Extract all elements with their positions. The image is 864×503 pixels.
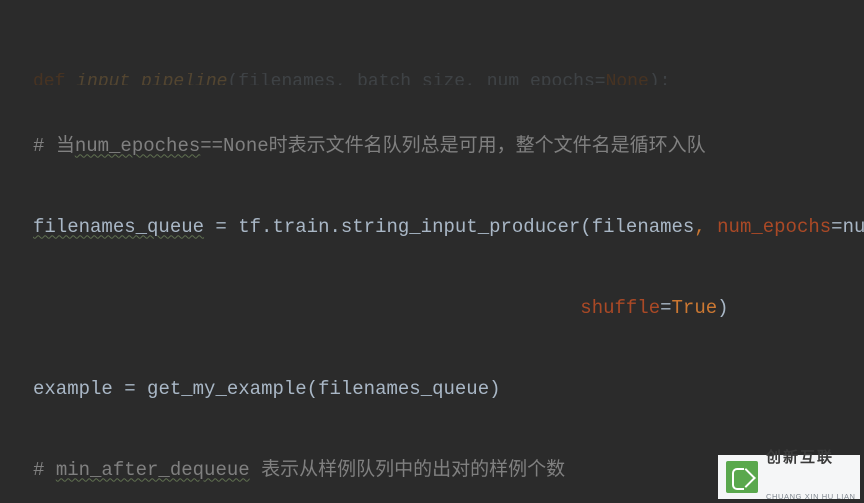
keyword-def: def — [33, 73, 76, 85]
kwarg: shuffle — [580, 297, 660, 319]
code-line: def input_pipeline(filenames, batch_size… — [33, 73, 864, 85]
code-line: shuffle=True) — [33, 288, 864, 329]
variable: filenames_queue — [33, 216, 204, 238]
typo: min_after_dequeue — [56, 459, 250, 481]
variable: example — [33, 378, 113, 400]
code-line: filenames_queue = tf.train.string_input_… — [33, 207, 864, 248]
typo: num_epoches — [75, 135, 200, 157]
function-name: input_pipeline — [76, 73, 227, 85]
kwarg: num_epochs — [717, 216, 831, 238]
watermark-en: CHUANG XIN HU LIAN — [766, 490, 856, 503]
comment-line: # 当num_epoches==None时表示文件名队列总是可用，整个文件名是循… — [33, 126, 864, 167]
comment-line: # min_after_dequeue 表示从样例队列中的出对的样例个数 — [33, 450, 864, 491]
builtin-true: True — [672, 297, 718, 319]
code-editor[interactable]: def input_pipeline(filenames, batch_size… — [0, 0, 864, 503]
code-line: example = get_my_example(filenames_queue… — [33, 369, 864, 410]
